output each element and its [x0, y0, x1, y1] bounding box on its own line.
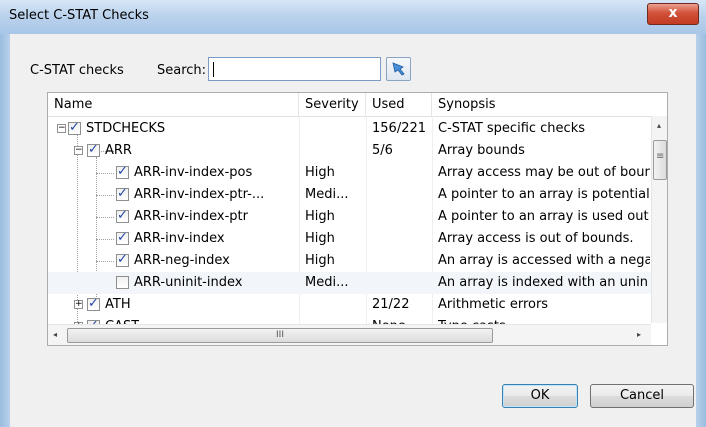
filter-button[interactable]	[386, 57, 411, 81]
check-name: ARR-inv-index-pos	[134, 165, 253, 180]
checkbox[interactable]	[116, 230, 129, 245]
check-name: ARR-uninit-index	[134, 275, 243, 290]
check-synopsis: A pointer to an array is used out	[438, 209, 649, 224]
checkbox[interactable]	[116, 276, 129, 289]
vertical-scroll-thumb[interactable]	[653, 140, 667, 180]
check-name: ARR-neg-index	[134, 253, 230, 268]
collapse-icon[interactable]: −	[74, 146, 83, 155]
checkbox[interactable]	[116, 208, 129, 223]
check-synopsis: Arithmetic errors	[438, 297, 549, 312]
check-synopsis: Array access is out of bounds.	[438, 231, 634, 246]
check-severity: High	[305, 231, 335, 246]
check-synopsis: An array is indexed with an unin	[438, 275, 648, 290]
column-header: Name Severity Used Synopsis	[48, 93, 667, 117]
checkbox[interactable]	[87, 142, 100, 157]
check-name: ARR-inv-index-ptr	[134, 209, 248, 224]
tree-row[interactable]: ARR-uninit-index Medi... An array is ind…	[48, 272, 667, 294]
filter-icon	[392, 62, 405, 76]
column-header-severity[interactable]: Severity	[299, 93, 366, 116]
window-frame-left	[0, 34, 10, 427]
select-cstat-checks-dialog: Select C-STAT Checks x C-STAT checks Sea…	[0, 0, 706, 427]
title-bar[interactable]: Select C-STAT Checks x	[0, 0, 706, 34]
column-header-synopsis[interactable]: Synopsis	[432, 93, 667, 116]
scroll-right-icon[interactable]: ▸	[637, 330, 641, 339]
tree-row[interactable]: ARR-inv-index-pos High Array access may …	[48, 162, 667, 184]
check-name: ARR-inv-index-ptr-...	[134, 187, 265, 202]
checkbox[interactable]	[68, 120, 81, 135]
check-severity: High	[305, 253, 335, 268]
close-button[interactable]: x	[647, 3, 699, 25]
ok-button[interactable]: OK	[502, 384, 578, 408]
check-synopsis: A pointer to an array is potential	[438, 187, 650, 202]
expand-icon[interactable]: +	[74, 300, 83, 309]
tree-row[interactable]: + ATH 21/22 Arithmetic errors	[48, 294, 667, 316]
tree-row[interactable]: ARR-inv-index-ptr-... Medi... A pointer …	[48, 184, 667, 206]
check-synopsis: Array access may be out of bour	[438, 165, 650, 180]
window-frame-right	[696, 34, 706, 427]
cstat-checks-label: C-STAT checks	[30, 63, 124, 78]
check-name: ATH	[105, 297, 131, 312]
search-label: Search:	[157, 63, 207, 78]
checkbox[interactable]	[116, 186, 129, 201]
tree-row[interactable]: − ARR 5/6 Array bounds	[48, 140, 667, 162]
check-used: 5/6	[372, 143, 393, 158]
check-name: STDCHECKS	[86, 121, 166, 136]
scroll-up-icon[interactable]: ▴	[657, 121, 661, 130]
tree-row[interactable]: ARR-inv-index High Array access is out o…	[48, 228, 667, 250]
check-synopsis: Array bounds	[438, 143, 525, 158]
checkbox[interactable]	[116, 252, 129, 267]
check-name: ARR-inv-index	[134, 231, 225, 246]
column-header-used[interactable]: Used	[366, 93, 432, 116]
text-caret	[213, 62, 214, 77]
column-header-name[interactable]: Name	[48, 93, 299, 116]
check-synopsis: An array is accessed with a nega	[438, 253, 650, 268]
window-title: Select C-STAT Checks	[9, 8, 149, 23]
cancel-button[interactable]: Cancel	[590, 384, 694, 408]
check-used: 156/221	[372, 121, 427, 136]
scroll-left-icon[interactable]: ◂	[53, 330, 57, 339]
check-severity: High	[305, 209, 335, 224]
checkbox[interactable]	[116, 164, 129, 179]
check-severity: Medi...	[305, 275, 349, 290]
check-name: ARR	[105, 143, 132, 158]
checks-tree[interactable]: Name Severity Used Synopsis − STDCHE	[47, 92, 668, 346]
collapse-icon[interactable]: −	[57, 124, 66, 133]
close-icon: x	[668, 5, 678, 21]
check-severity: Medi...	[305, 187, 349, 202]
horizontal-scroll-thumb[interactable]: III	[67, 328, 493, 343]
check-severity: High	[305, 165, 335, 180]
checkbox[interactable]	[87, 296, 100, 311]
tree-row[interactable]: ARR-inv-index-ptr High A pointer to an a…	[48, 206, 667, 228]
check-synopsis: C-STAT specific checks	[438, 121, 585, 136]
dialog-body: C-STAT checks Search: Name Severity Used…	[10, 34, 696, 427]
check-used: 21/22	[372, 297, 410, 312]
horizontal-scrollbar[interactable]: ◂ III ▸	[48, 324, 651, 345]
tree-row[interactable]: ARR-neg-index High An array is accessed …	[48, 250, 667, 272]
search-input[interactable]	[208, 57, 381, 81]
tree-row[interactable]: − STDCHECKS 156/221 C-STAT specific chec…	[48, 118, 667, 140]
vertical-scrollbar[interactable]: ▴	[651, 116, 667, 323]
